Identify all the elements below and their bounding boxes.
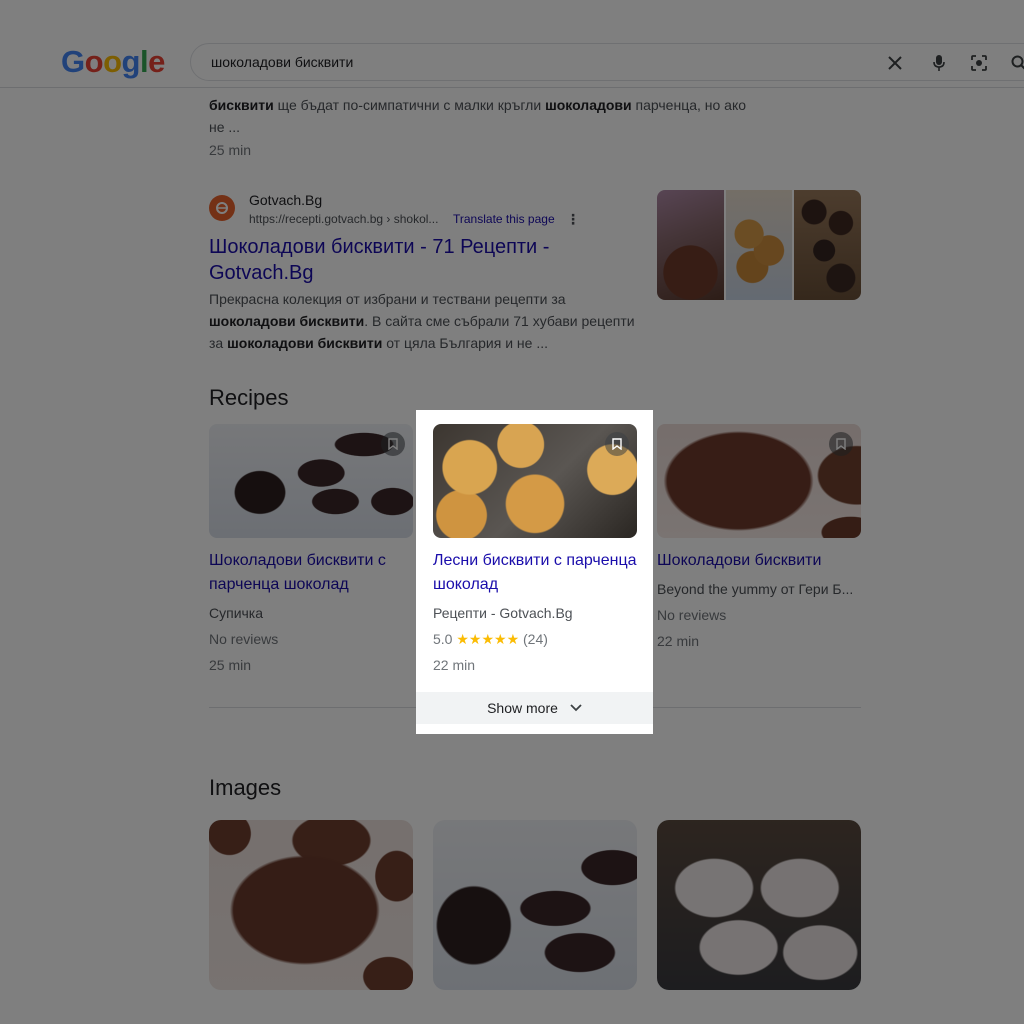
- search-box[interactable]: шоколадови бисквити: [190, 43, 1024, 81]
- microphone-icon[interactable]: [929, 53, 949, 73]
- star-icons: ★★★★★: [456, 631, 520, 647]
- image-result[interactable]: [209, 820, 413, 990]
- result-site-name[interactable]: Gotvach.Bg: [249, 192, 322, 208]
- thumbnail-image[interactable]: [657, 190, 724, 300]
- result-snippet: Прекрасна колекция от избрани и тествани…: [209, 291, 635, 351]
- result-time: 25 min: [209, 142, 252, 158]
- chevron-down-icon: [570, 704, 582, 712]
- image-result[interactable]: [657, 820, 861, 990]
- recipe-card-image[interactable]: [657, 424, 861, 538]
- recipe-card-time: 22 min: [433, 657, 476, 673]
- thumbnail-image[interactable]: [725, 190, 793, 300]
- bookmark-icon[interactable]: [605, 432, 629, 456]
- show-more-label: Show more: [487, 700, 558, 716]
- search-header: Google шоколадови бисквити: [0, 0, 1024, 88]
- recipe-card-image[interactable]: [433, 424, 637, 538]
- images-heading: Images: [209, 775, 282, 800]
- search-input[interactable]: шоколадови бисквити: [211, 54, 353, 70]
- recipe-card-time: 25 min: [209, 657, 252, 673]
- thumbnail-image[interactable]: [794, 190, 861, 300]
- lens-icon[interactable]: [969, 53, 989, 73]
- recipe-card-rating: No reviews: [209, 631, 279, 647]
- rating-value: 5.0: [433, 631, 453, 647]
- result-title-link[interactable]: Шоколадови бисквити - 71 Рецепти - Gotva…: [209, 234, 629, 286]
- more-options-icon[interactable]: ⋮: [566, 211, 580, 228]
- result-url[interactable]: https://recepti.gotvach.bg › shokol...: [249, 212, 438, 226]
- recipe-card-source: Beyond the yummy от Гери Б...: [657, 581, 854, 597]
- result-snippet: бисквити ще бъдат по-симпатични с малки …: [209, 97, 747, 135]
- close-icon[interactable]: [885, 53, 905, 73]
- recipe-card-rating: No reviews: [657, 607, 727, 623]
- bookmark-icon[interactable]: [381, 432, 405, 456]
- show-more-button[interactable]: Show more: [416, 692, 653, 724]
- recipe-card-title[interactable]: Шоколадови бисквити: [657, 549, 867, 573]
- bookmark-icon[interactable]: [829, 432, 853, 456]
- rating-count: (24): [523, 631, 548, 647]
- recipe-card-title[interactable]: Шоколадови бисквити с парченца шоколад: [209, 549, 419, 597]
- recipe-card-rating: 5.0 ★★★★★ (24): [433, 631, 548, 648]
- google-logo[interactable]: Google: [61, 44, 165, 80]
- recipe-card-title[interactable]: Лесни бисквити с парченца шоколад: [433, 549, 643, 597]
- image-result[interactable]: [433, 820, 637, 990]
- recipe-card-source: Супичка: [209, 605, 264, 621]
- search-icon[interactable]: [1009, 53, 1024, 73]
- result-thumbnails[interactable]: [657, 190, 861, 300]
- gotvach-favicon: [209, 195, 235, 221]
- recipe-card-source: Рецепти - Gotvach.Bg: [433, 605, 573, 621]
- recipe-card-image[interactable]: [209, 424, 413, 538]
- translate-link[interactable]: Translate this page: [453, 212, 555, 226]
- recipes-heading: Recipes: [209, 385, 289, 410]
- recipe-card-time: 22 min: [657, 633, 700, 649]
